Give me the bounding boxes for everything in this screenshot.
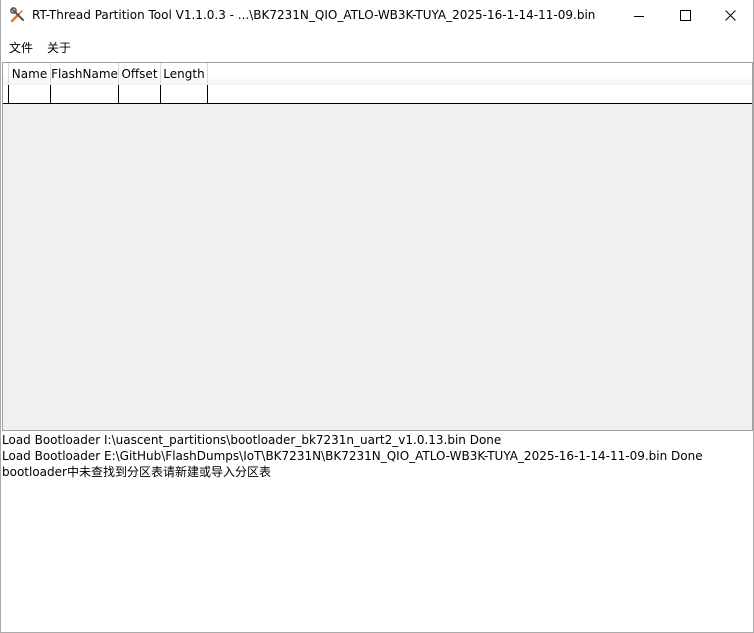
cell-offset[interactable] (119, 85, 161, 103)
column-header-length[interactable]: Length (161, 63, 208, 85)
log-output[interactable]: Load Bootloader I:\uascent_partitions\bo… (2, 432, 753, 632)
minimize-icon (634, 11, 644, 21)
log-line: Load Bootloader E:\GitHub\FlashDumps\IoT… (2, 449, 703, 463)
column-header-flashname[interactable]: FlashName (51, 63, 119, 85)
maximize-button[interactable] (662, 0, 708, 31)
tools-icon (10, 7, 26, 23)
partition-table[interactable]: Name FlashName Offset Length (2, 62, 753, 431)
cell-length[interactable] (161, 85, 208, 103)
log-line: bootloader中未查找到分区表请新建或导入分区表 (2, 465, 271, 479)
menu-about[interactable]: 关于 (47, 39, 71, 56)
cell-name[interactable] (9, 85, 51, 103)
minimize-button[interactable] (616, 0, 662, 31)
window-title: RT-Thread Partition Tool V1.1.0.3 - ...\… (32, 8, 596, 22)
column-header-offset[interactable]: Offset (119, 63, 161, 85)
close-button[interactable] (707, 0, 753, 31)
log-line: Load Bootloader I:\uascent_partitions\bo… (2, 433, 502, 447)
menu-file[interactable]: 文件 (9, 39, 33, 56)
cell-flashname[interactable] (51, 85, 119, 103)
app-window: RT-Thread Partition Tool V1.1.0.3 - ...\… (0, 0, 754, 633)
close-icon (724, 10, 736, 21)
maximize-icon (679, 10, 691, 21)
table-header: Name FlashName Offset Length (3, 63, 752, 85)
column-header-name[interactable]: Name (9, 63, 51, 85)
title-bar[interactable]: RT-Thread Partition Tool V1.1.0.3 - ...\… (1, 0, 753, 31)
menu-bar: 文件 关于 (1, 37, 753, 57)
table-row[interactable] (3, 85, 752, 104)
